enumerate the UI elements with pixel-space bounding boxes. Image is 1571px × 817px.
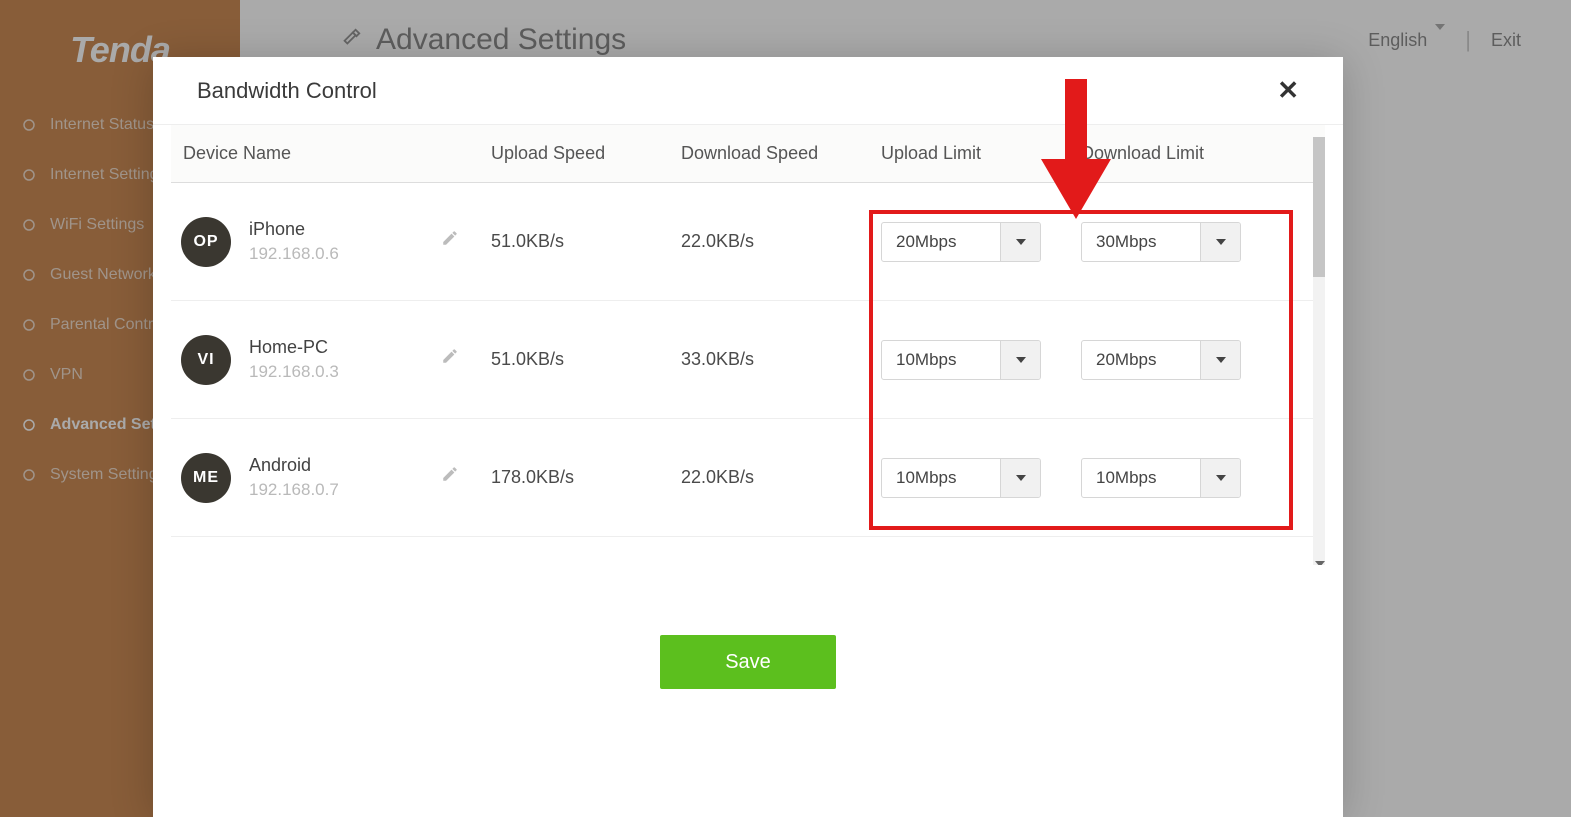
device-name: Home-PC bbox=[249, 337, 339, 358]
download-limit-cell: 10Mbps bbox=[1081, 458, 1281, 498]
download-limit-cell: 20Mbps bbox=[1081, 340, 1281, 380]
chevron-down-icon bbox=[1200, 459, 1240, 497]
col-download-limit: Download Limit bbox=[1081, 143, 1281, 164]
scrollbar-down-button[interactable] bbox=[1313, 557, 1325, 565]
modal-title: Bandwidth Control bbox=[197, 78, 377, 104]
close-button[interactable]: ✕ bbox=[1277, 75, 1299, 106]
upload-limit-value: 20Mbps bbox=[882, 223, 1000, 261]
device-text: iPhone 192.168.0.6 bbox=[249, 219, 339, 264]
device-avatar: VI bbox=[181, 335, 231, 385]
download-limit-select[interactable]: 20Mbps bbox=[1081, 340, 1241, 380]
device-text: Home-PC 192.168.0.3 bbox=[249, 337, 339, 382]
upload-speed: 178.0KB/s bbox=[491, 467, 681, 488]
chevron-down-icon bbox=[1200, 341, 1240, 379]
col-upload-limit: Upload Limit bbox=[881, 143, 1081, 164]
table-container: Device Name Upload Speed Download Speed … bbox=[153, 125, 1343, 817]
device-row: VI Home-PC 192.168.0.3 51.0KB/s33.0KB/s10Mb… bbox=[171, 301, 1325, 419]
chevron-down-icon bbox=[1000, 223, 1040, 261]
download-limit-value: 20Mbps bbox=[1082, 341, 1200, 379]
upload-limit-cell: 10Mbps bbox=[881, 340, 1081, 380]
device-ip: 192.168.0.3 bbox=[249, 362, 339, 382]
upload-limit-cell: 10Mbps bbox=[881, 458, 1081, 498]
device-cell: VI Home-PC 192.168.0.3 bbox=[171, 335, 491, 385]
edit-icon[interactable] bbox=[441, 229, 459, 252]
device-name: iPhone bbox=[249, 219, 339, 240]
modal-header: Bandwidth Control ✕ bbox=[153, 57, 1343, 125]
upload-limit-select[interactable]: 10Mbps bbox=[881, 340, 1041, 380]
col-download-speed: Download Speed bbox=[681, 143, 881, 164]
chevron-down-icon bbox=[1000, 459, 1040, 497]
device-ip: 192.168.0.7 bbox=[249, 480, 339, 500]
device-avatar: ME bbox=[181, 453, 231, 503]
scrollbar-thumb[interactable] bbox=[1313, 137, 1325, 277]
scroll-area: Device Name Upload Speed Download Speed … bbox=[171, 125, 1325, 565]
download-speed: 22.0KB/s bbox=[681, 467, 881, 488]
download-limit-select[interactable]: 10Mbps bbox=[1081, 458, 1241, 498]
close-icon: ✕ bbox=[1277, 75, 1299, 105]
upload-limit-value: 10Mbps bbox=[882, 341, 1000, 379]
upload-limit-cell: 20Mbps bbox=[881, 222, 1081, 262]
device-avatar: OP bbox=[181, 217, 231, 267]
upload-limit-value: 10Mbps bbox=[882, 459, 1000, 497]
upload-limit-select[interactable]: 10Mbps bbox=[881, 458, 1041, 498]
download-limit-value: 10Mbps bbox=[1082, 459, 1200, 497]
save-button-label: Save bbox=[725, 651, 771, 674]
upload-limit-select[interactable]: 20Mbps bbox=[881, 222, 1041, 262]
upload-speed: 51.0KB/s bbox=[491, 349, 681, 370]
device-cell: OP iPhone 192.168.0.6 bbox=[171, 217, 491, 267]
device-name: Android bbox=[249, 455, 339, 476]
chevron-down-icon bbox=[1200, 223, 1240, 261]
bandwidth-control-modal: Bandwidth Control ✕ Device Name Upload S… bbox=[153, 57, 1343, 817]
save-button[interactable]: Save bbox=[660, 635, 836, 689]
download-speed: 22.0KB/s bbox=[681, 231, 881, 252]
col-device: Device Name bbox=[171, 143, 491, 164]
col-upload-speed: Upload Speed bbox=[491, 143, 681, 164]
download-limit-select[interactable]: 30Mbps bbox=[1081, 222, 1241, 262]
edit-icon[interactable] bbox=[441, 465, 459, 488]
chevron-down-icon bbox=[1000, 341, 1040, 379]
upload-speed: 51.0KB/s bbox=[491, 231, 681, 252]
device-row: OP iPhone 192.168.0.6 51.0KB/s22.0KB/s20Mbp… bbox=[171, 183, 1325, 301]
device-text: Android 192.168.0.7 bbox=[249, 455, 339, 500]
device-cell: ME Android 192.168.0.7 bbox=[171, 453, 491, 503]
download-speed: 33.0KB/s bbox=[681, 349, 881, 370]
device-ip: 192.168.0.6 bbox=[249, 244, 339, 264]
edit-icon[interactable] bbox=[441, 347, 459, 370]
download-limit-value: 30Mbps bbox=[1082, 223, 1200, 261]
download-limit-cell: 30Mbps bbox=[1081, 222, 1281, 262]
table-header-row: Device Name Upload Speed Download Speed … bbox=[171, 125, 1325, 183]
device-row: MEAndroid192.168.0.7178.0KB/s22.0KB/s10M… bbox=[171, 419, 1325, 537]
